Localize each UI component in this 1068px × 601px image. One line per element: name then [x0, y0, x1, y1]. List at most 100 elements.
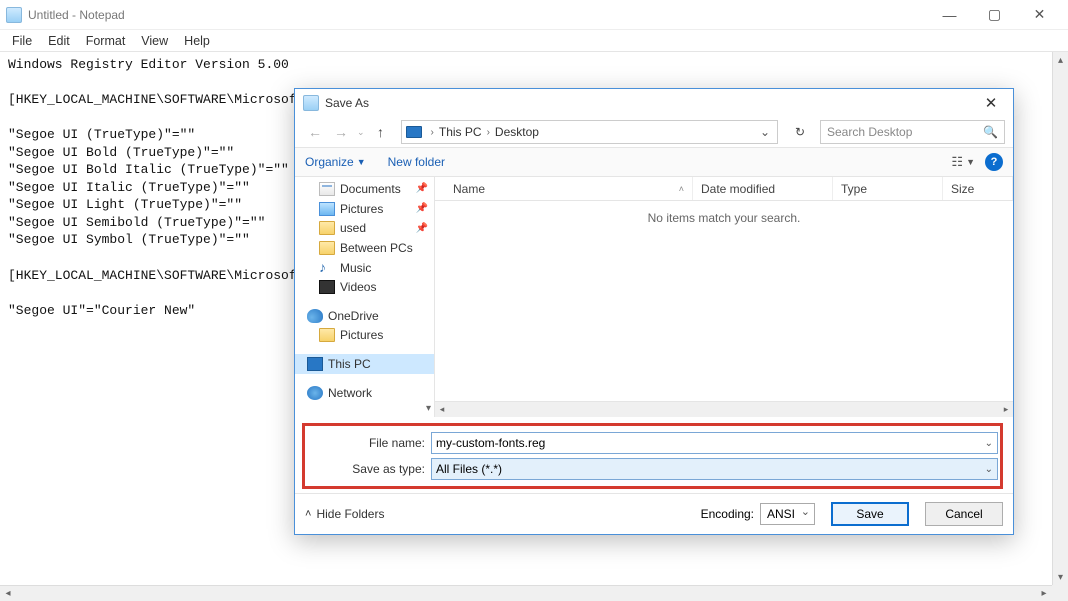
nav-item-this-pc[interactable]: This PC	[295, 354, 434, 374]
empty-list-message: No items match your search.	[435, 201, 1013, 401]
navigation-pane[interactable]: Documents 📌 Pictures 📌 used 📌 Between PCs ♪…	[295, 177, 435, 417]
organize-label: Organize	[305, 155, 354, 169]
network-icon	[307, 386, 323, 400]
minimize-button[interactable]: —	[927, 0, 972, 30]
nav-label: Music	[340, 261, 371, 275]
nav-scroll-down-icon[interactable]: ▾	[295, 403, 434, 416]
notepad-icon	[6, 7, 22, 23]
filename-label: File name:	[307, 436, 431, 450]
breadcrumb-root[interactable]: This PC	[439, 125, 482, 139]
list-horizontal-scrollbar[interactable]: ◂ ▸	[435, 401, 1013, 417]
dialog-title: Save As	[325, 96, 977, 110]
address-dropdown-icon[interactable]: ⌄	[757, 125, 773, 139]
search-input[interactable]: Search Desktop 🔍	[820, 120, 1005, 144]
col-label: Name	[453, 182, 485, 196]
nav-item-onedrive-pictures[interactable]: Pictures	[295, 326, 434, 346]
view-options-button[interactable]: ☷ ▼	[951, 154, 975, 170]
help-button[interactable]: ?	[985, 153, 1003, 171]
scrollbar-corner	[1052, 585, 1068, 601]
scroll-right-icon[interactable]: ▸	[999, 404, 1013, 415]
save-button[interactable]: Save	[831, 502, 909, 526]
cancel-button[interactable]: Cancel	[925, 502, 1003, 526]
hide-folders-toggle[interactable]: ˄ Hide Folders	[305, 507, 384, 521]
nav-item-between-pcs[interactable]: Between PCs	[295, 238, 434, 258]
scroll-down-icon[interactable]: ▾	[1053, 569, 1068, 585]
folder-icon	[319, 328, 335, 342]
nav-item-documents[interactable]: Documents 📌	[295, 179, 434, 199]
column-name[interactable]: Name˄	[445, 177, 693, 200]
breadcrumb-sep-icon[interactable]: ›	[482, 127, 495, 138]
column-headers: Name˄ Date modified Type Size	[435, 177, 1013, 201]
chevron-up-icon: ˄	[305, 508, 311, 520]
window-title: Untitled - Notepad	[28, 8, 125, 22]
search-icon: 🔍	[983, 125, 998, 139]
nav-item-onedrive[interactable]: OneDrive	[295, 306, 434, 326]
address-bar[interactable]: › This PC › Desktop ⌄	[401, 120, 778, 144]
nav-item-used[interactable]: used 📌	[295, 218, 434, 238]
pin-icon: 📌	[416, 183, 428, 194]
nav-history-chevron-icon[interactable]: ⌄	[355, 127, 367, 138]
menu-format[interactable]: Format	[78, 32, 134, 50]
savetype-dropdown[interactable]: All Files (*.*) ⌄	[431, 458, 998, 480]
menu-view[interactable]: View	[133, 32, 176, 50]
folder-icon	[319, 241, 335, 255]
dialog-close-button[interactable]: ✕	[977, 89, 1005, 117]
dialog-titlebar: Save As ✕	[295, 89, 1013, 117]
savetype-label: Save as type:	[307, 462, 431, 476]
menu-file[interactable]: File	[4, 32, 40, 50]
nav-back-button[interactable]: ←	[303, 120, 327, 144]
dialog-toolbar: Organize ▼ New folder ☷ ▼ ?	[295, 147, 1013, 177]
thispc-icon	[307, 357, 323, 371]
videos-icon	[319, 280, 335, 294]
column-size[interactable]: Size	[943, 177, 1013, 200]
nav-label: This PC	[328, 357, 371, 371]
nav-label: Documents	[340, 182, 401, 196]
scroll-right-icon[interactable]: ▸	[1036, 586, 1052, 601]
vertical-scrollbar[interactable]: ▴ ▾	[1052, 52, 1068, 585]
nav-label: Videos	[340, 280, 376, 294]
nav-item-music[interactable]: ♪ Music	[295, 258, 434, 278]
nav-label: used	[340, 221, 366, 235]
breadcrumb-sep-icon[interactable]: ›	[426, 127, 439, 138]
hide-folders-label: Hide Folders	[316, 507, 384, 521]
nav-label: Network	[328, 386, 372, 400]
nav-item-videos[interactable]: Videos	[295, 277, 434, 297]
save-as-dialog: Save As ✕ ← → ⌄ ↑ › This PC › Desktop ⌄ …	[294, 88, 1014, 535]
maximize-button[interactable]: ▢	[972, 0, 1017, 30]
scroll-left-icon[interactable]: ◂	[0, 586, 16, 601]
nav-up-button[interactable]: ↑	[369, 120, 393, 144]
thispc-icon	[406, 126, 422, 138]
pin-icon: 📌	[416, 203, 428, 214]
chevron-down-icon: ▼	[966, 157, 975, 167]
search-placeholder: Search Desktop	[827, 125, 912, 139]
nav-label: Between PCs	[340, 241, 413, 255]
pin-icon: 📌	[416, 223, 428, 234]
encoding-dropdown[interactable]: ANSI	[760, 503, 815, 525]
filename-value: my-custom-fonts.reg	[436, 436, 545, 450]
menu-edit[interactable]: Edit	[40, 32, 78, 50]
menu-help[interactable]: Help	[176, 32, 218, 50]
dialog-icon	[303, 95, 319, 111]
music-icon: ♪	[319, 261, 335, 275]
nav-label: Pictures	[340, 202, 383, 216]
dialog-nav-row: ← → ⌄ ↑ › This PC › Desktop ⌄ ↻ Search D…	[295, 117, 1013, 147]
new-folder-button[interactable]: New folder	[388, 155, 445, 169]
nav-label: Pictures	[340, 328, 383, 342]
chevron-down-icon[interactable]: ⌄	[985, 464, 993, 475]
scroll-left-icon[interactable]: ◂	[435, 404, 449, 415]
pictures-icon	[319, 202, 335, 216]
nav-item-network[interactable]: Network	[295, 383, 434, 403]
close-button[interactable]: ✕	[1017, 0, 1062, 30]
column-type[interactable]: Type	[833, 177, 943, 200]
nav-item-pictures[interactable]: Pictures 📌	[295, 199, 434, 219]
organize-menu[interactable]: Organize ▼	[305, 155, 366, 169]
horizontal-scrollbar[interactable]: ◂ ▸	[0, 585, 1052, 601]
nav-forward-button[interactable]: →	[329, 120, 353, 144]
refresh-button[interactable]: ↻	[788, 120, 812, 144]
breadcrumb-leaf[interactable]: Desktop	[495, 125, 539, 139]
chevron-down-icon[interactable]: ⌄	[985, 438, 993, 449]
highlight-box: File name: my-custom-fonts.reg ⌄ Save as…	[302, 423, 1003, 489]
scroll-up-icon[interactable]: ▴	[1053, 52, 1068, 68]
column-date[interactable]: Date modified	[693, 177, 833, 200]
filename-input[interactable]: my-custom-fonts.reg ⌄	[431, 432, 998, 454]
